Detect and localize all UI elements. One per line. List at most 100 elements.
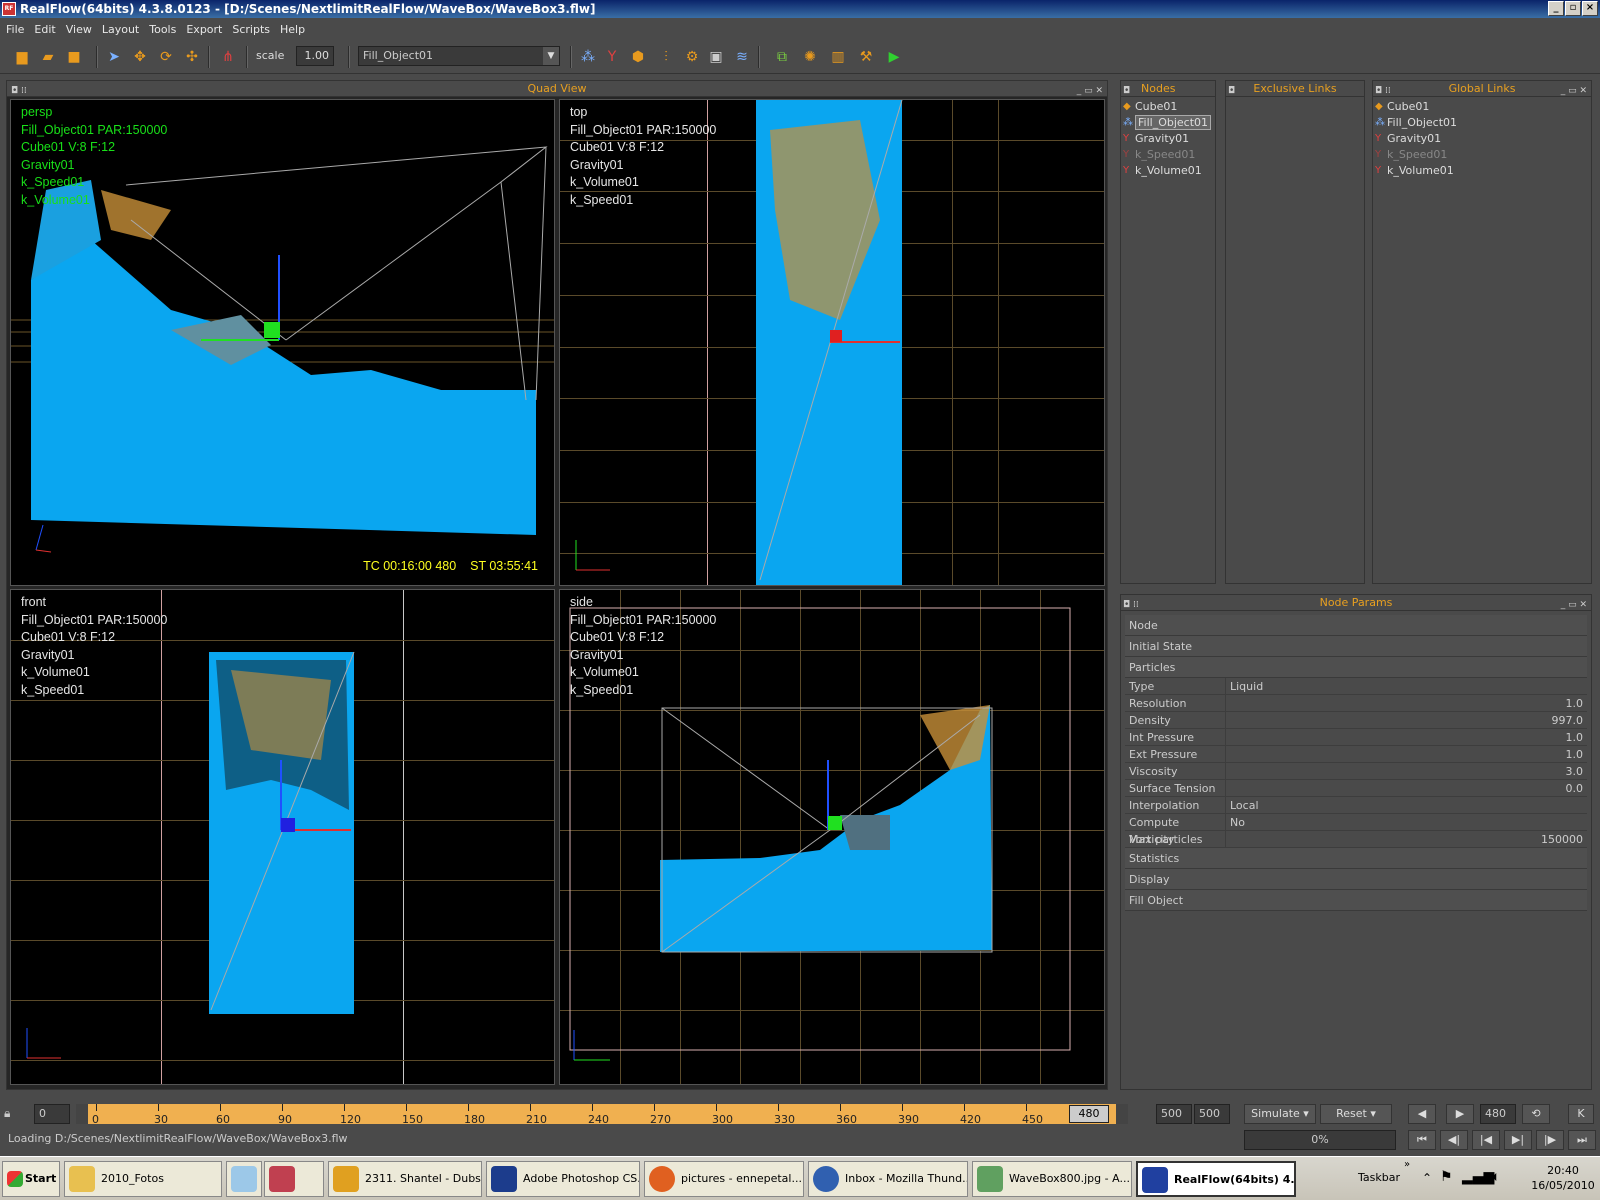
play-simulation-icon[interactable]: ▶	[884, 47, 904, 67]
node-item-k-volume[interactable]: Yk_Volume01	[1121, 163, 1215, 179]
param-row-interpolation[interactable]: Interpolation Local	[1125, 797, 1587, 814]
link-item-cube[interactable]: ◆ Cube01	[1373, 99, 1591, 115]
param-row-type[interactable]: Type Liquid	[1125, 678, 1587, 695]
link-item-k-volume[interactable]: Yk_Volume01	[1373, 163, 1591, 179]
camera-icon[interactable]: ▣	[706, 47, 726, 67]
menu-layout[interactable]: Layout	[102, 23, 139, 36]
panel-menu-icon[interactable]: ◘ ⁞⁞	[1123, 597, 1139, 613]
link-item-k-speed[interactable]: Yk_Speed01	[1373, 147, 1591, 163]
skip-end-icon[interactable]: ⏭	[1568, 1130, 1596, 1150]
link-item-gravity[interactable]: Y Gravity01	[1373, 131, 1591, 147]
section-fill-object[interactable]: Fill Object	[1125, 890, 1587, 911]
param-row-resolution[interactable]: Resolution 1.0	[1125, 695, 1587, 712]
timeline-start-input[interactable]: 0	[34, 1104, 70, 1124]
step-back-icon[interactable]: ◀|	[1440, 1130, 1468, 1150]
node-item-cube[interactable]: ◆ Cube01	[1121, 99, 1215, 115]
node-item-k-speed[interactable]: Yk_Speed01	[1121, 147, 1215, 163]
timeline-current-frame[interactable]: 480	[1069, 1105, 1109, 1123]
volume-icon[interactable]: 🔈︎	[1492, 1169, 1500, 1185]
save-file-icon[interactable]: ■	[64, 47, 84, 67]
task-photoshop[interactable]: Adobe Photoshop CS...	[486, 1161, 640, 1197]
viewport-perspective[interactable]: persp Fill_Object01 PAR:150000 Cube01 V:…	[10, 99, 555, 586]
pivot-tool-icon[interactable]: ⋔	[218, 47, 238, 67]
section-initial-state[interactable]: Initial State	[1125, 636, 1587, 657]
viewport-front[interactable]: front Fill_Object01 PAR:150000 Cube01 V:…	[10, 589, 555, 1085]
constraint-icon[interactable]: ⫶	[656, 47, 676, 67]
reset-button[interactable]: Reset ▾	[1320, 1104, 1392, 1124]
task-thunderbird[interactable]: Inbox - Mozilla Thund...	[808, 1161, 968, 1197]
batch-simulate-icon[interactable]: ⧉	[772, 47, 792, 67]
key-button[interactable]: K	[1568, 1104, 1594, 1124]
timeline-end-handle[interactable]	[1116, 1104, 1128, 1124]
task-paint[interactable]	[264, 1161, 324, 1197]
panel-controls-icon[interactable]: _ ▭ ✕	[1077, 83, 1103, 99]
play-forward-button[interactable]: ▶	[1446, 1104, 1474, 1124]
frame-input[interactable]: 480	[1480, 1104, 1516, 1124]
object-icon[interactable]: ⬢	[628, 47, 648, 67]
menu-file[interactable]: File	[6, 23, 24, 36]
wave-icon[interactable]: ≋	[732, 47, 752, 67]
node-item-fill-object[interactable]: ⁂ Fill_Object01	[1121, 115, 1215, 131]
menu-edit[interactable]: Edit	[34, 23, 55, 36]
menu-export[interactable]: Export	[186, 23, 222, 36]
step-forward-icon[interactable]: |▶	[1536, 1130, 1564, 1150]
play-backward-button[interactable]: ◀	[1408, 1104, 1436, 1124]
move-tool-icon[interactable]: ✥	[130, 47, 150, 67]
simulate-button[interactable]: Simulate ▾	[1244, 1104, 1316, 1124]
chevron-right-icon[interactable]: »	[1404, 1159, 1410, 1170]
daemon-icon[interactable]: Y	[602, 47, 622, 67]
flag-icon[interactable]: ⚑	[1440, 1169, 1453, 1185]
age-icon[interactable]: ▥	[828, 47, 848, 67]
object-select[interactable]: Fill_Object01 ▼	[358, 46, 560, 66]
skip-start-icon[interactable]: ⏮	[1408, 1130, 1436, 1150]
section-particles[interactable]: Particles	[1125, 657, 1587, 678]
param-row-viscosity[interactable]: Viscosity 3.0	[1125, 763, 1587, 780]
panel-menu-icon[interactable]: ◘	[1228, 83, 1235, 99]
maximize-button[interactable]: ▫	[1565, 1, 1581, 16]
section-statistics[interactable]: Statistics	[1125, 848, 1587, 869]
viewport-side[interactable]: side Fill_Object01 PAR:150000 Cube01 V:8…	[559, 589, 1105, 1085]
rotate-tool-icon[interactable]: ⟳	[156, 47, 176, 67]
task-realflow[interactable]: RealFlow(64bits) 4...	[1136, 1161, 1296, 1197]
start-button[interactable]: Start	[2, 1161, 60, 1197]
param-row-ext-pressure[interactable]: Ext Pressure 1.0	[1125, 746, 1587, 763]
emitter-icon[interactable]: ⁂	[578, 47, 598, 67]
node-item-gravity[interactable]: Y Gravity01	[1121, 131, 1215, 147]
timeline-slider[interactable]: 0 30 60 90 120 150 180 210 240 270 300 330 360 390 420…	[76, 1104, 1128, 1126]
panel-menu-icon[interactable]: ◘ ⁞⁞	[11, 83, 27, 99]
new-file-icon[interactable]: ▆	[12, 47, 32, 67]
task-notepad[interactable]	[226, 1161, 262, 1197]
timeline-max-input[interactable]: 500	[1194, 1104, 1230, 1124]
menu-tools[interactable]: Tools	[149, 23, 176, 36]
network-icon[interactable]: ▂▄▆	[1462, 1169, 1494, 1185]
task-image-viewer[interactable]: WaveBox800.jpg - A...	[972, 1161, 1132, 1197]
refresh-icon[interactable]: ✺	[800, 47, 820, 67]
chevron-down-icon[interactable]: ▼	[543, 47, 559, 65]
loop-icon[interactable]: ⟲	[1522, 1104, 1550, 1124]
viewport-top[interactable]: top Fill_Object01 PAR:150000 Cube01 V:8 …	[559, 99, 1105, 586]
open-file-icon[interactable]: ▰	[38, 47, 58, 67]
menu-scripts[interactable]: Scripts	[232, 23, 270, 36]
panel-controls-icon[interactable]: _ ▭ ✕	[1561, 83, 1587, 99]
menu-help[interactable]: Help	[280, 23, 305, 36]
scale-tool-icon[interactable]: ✣	[182, 47, 202, 67]
task-firefox[interactable]: pictures - ennepetal...	[644, 1161, 804, 1197]
close-button[interactable]: ×	[1582, 1, 1598, 16]
panel-menu-icon[interactable]: ◘	[1123, 83, 1130, 99]
mesh-icon[interactable]: ⚙	[682, 47, 702, 67]
section-display[interactable]: Display	[1125, 869, 1587, 890]
param-row-compute-vorticity[interactable]: Compute Vorticity No	[1125, 814, 1587, 846]
taskbar-label[interactable]: Taskbar	[1358, 1171, 1400, 1184]
next-frame-icon[interactable]: ▶|	[1504, 1130, 1532, 1150]
panel-menu-icon[interactable]: ◘ ⁞⁞	[1375, 83, 1391, 99]
section-node[interactable]: Node	[1125, 615, 1587, 636]
tray-expand-icon[interactable]: ⌃	[1422, 1171, 1432, 1185]
task-folder[interactable]: 2010_Fotos	[64, 1161, 222, 1197]
menu-view[interactable]: View	[66, 23, 92, 36]
rfdc-icon[interactable]: ⚒	[856, 47, 876, 67]
timeline-end-input[interactable]: 500	[1156, 1104, 1192, 1124]
timeline-start-handle[interactable]	[76, 1104, 88, 1124]
param-row-int-pressure[interactable]: Int Pressure 1.0	[1125, 729, 1587, 746]
select-tool-icon[interactable]: ➤	[104, 47, 124, 67]
param-row-density[interactable]: Density 997.0	[1125, 712, 1587, 729]
